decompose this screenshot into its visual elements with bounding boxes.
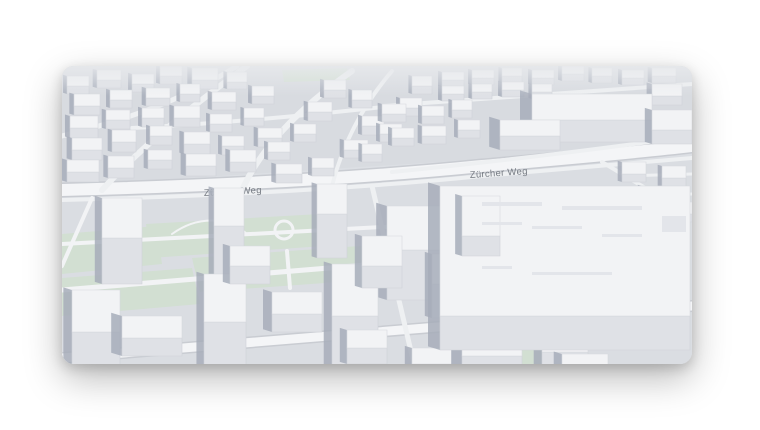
building [66,136,103,161]
roof-detail [482,202,542,206]
building [107,128,137,153]
building [206,112,233,133]
map-viewport[interactable]: Zürcher Weg Zürcher Weg Sc [62,66,692,364]
distance-haze [62,66,692,96]
building [94,195,143,285]
roof-detail [662,216,686,232]
building [354,233,403,289]
building [339,327,388,364]
building [454,118,481,139]
building [448,98,473,119]
building [644,107,692,145]
map-canvas[interactable]: Zürcher Weg Zürcher Weg Sc [62,66,692,364]
building [225,148,257,173]
building [240,106,265,127]
building [103,154,135,179]
building [64,114,99,139]
roof-detail [532,272,612,275]
building [303,100,333,122]
roof-detail [562,206,642,210]
roof-detail [482,222,522,225]
building [417,124,447,145]
building [169,104,201,128]
building [358,142,383,163]
building [489,116,561,151]
building [308,156,335,177]
building [143,148,173,170]
building [101,108,131,130]
building [222,243,271,285]
roof-detail [532,226,582,229]
building [146,124,173,146]
building [111,312,183,357]
roof-detail [602,234,642,237]
building [180,152,217,177]
roof-detail [482,266,512,269]
building [617,160,647,183]
building [62,158,100,183]
building [138,106,165,128]
building [418,104,445,125]
building [290,122,317,143]
building [271,162,303,184]
building [264,140,291,161]
building [179,130,211,155]
building [263,289,323,333]
building [196,271,247,364]
building [657,164,687,188]
building [377,102,407,123]
building [388,126,415,147]
building [311,182,348,259]
